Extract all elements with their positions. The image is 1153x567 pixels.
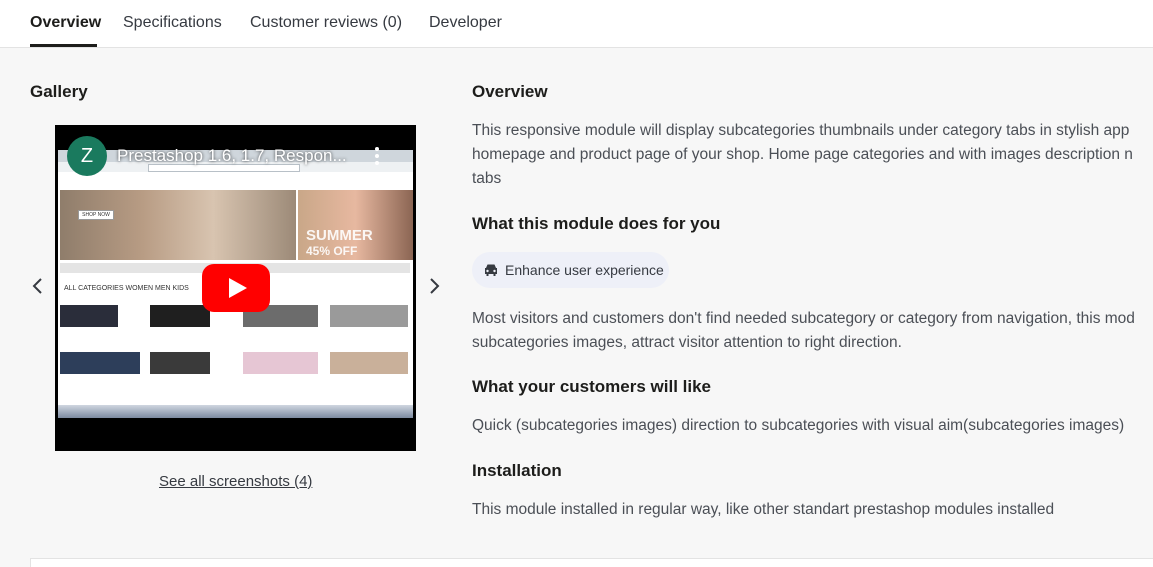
video-player[interactable]: SHOP NOW SUMMER 45% OFF ALL CATEGORIES WO… bbox=[55, 125, 416, 451]
category-thumb bbox=[60, 305, 118, 327]
overview-text-line-1: This responsive module will display subc… bbox=[472, 122, 1130, 139]
benefit-chip-label: Enhance user experience bbox=[505, 262, 664, 278]
category-thumb bbox=[243, 352, 318, 374]
gallery-prev-button[interactable] bbox=[31, 277, 45, 295]
more-options-icon[interactable] bbox=[373, 145, 381, 167]
see-all-screenshots-link[interactable]: See all screenshots (4) bbox=[159, 473, 312, 490]
overview-text-line-3: tabs bbox=[472, 170, 502, 187]
customers-like-text: Quick (subcategories images) direction t… bbox=[472, 417, 1125, 434]
module-benefits-text-line-1: Most visitors and customers don't find n… bbox=[472, 310, 1135, 327]
tab-developer[interactable]: Developer bbox=[429, 14, 502, 32]
category-thumb bbox=[150, 305, 210, 327]
gallery-title: Gallery bbox=[30, 82, 88, 101]
category-thumb bbox=[60, 352, 140, 374]
category-thumb bbox=[330, 352, 408, 374]
chevron-right-icon bbox=[430, 278, 440, 294]
car-icon bbox=[485, 264, 497, 276]
youtube-play-icon[interactable] bbox=[202, 264, 270, 312]
module-benefits-text-line-2: subcategories images, attract visitor at… bbox=[472, 334, 902, 351]
tab-customer-reviews[interactable]: Customer reviews (0) bbox=[250, 14, 402, 32]
gallery-next-button[interactable] bbox=[427, 277, 441, 295]
installation-heading: Installation bbox=[472, 461, 562, 480]
video-title[interactable]: Prestashop 1.6, 1.7, Respon... bbox=[117, 146, 347, 166]
shop-now-label: SHOP NOW bbox=[78, 210, 114, 220]
tab-specifications[interactable]: Specifications bbox=[123, 14, 222, 32]
tab-bar: Overview Specifications Customer reviews… bbox=[0, 0, 1153, 48]
banner-text: SUMMER 45% OFF bbox=[306, 227, 373, 258]
category-thumb bbox=[150, 352, 210, 374]
category-thumb bbox=[330, 305, 408, 327]
installation-text: This module installed in regular way, li… bbox=[472, 501, 1055, 518]
active-tab-indicator bbox=[30, 44, 97, 47]
banner-image-left bbox=[60, 190, 296, 260]
overview-heading: Overview bbox=[472, 82, 548, 101]
chevron-left-icon bbox=[32, 278, 42, 294]
tab-overview[interactable]: Overview bbox=[30, 14, 101, 32]
benefit-chip: Enhance user experience bbox=[472, 252, 669, 288]
module-benefits-heading: What this module does for you bbox=[472, 214, 721, 233]
channel-avatar[interactable]: Z bbox=[67, 136, 107, 176]
mac-dock bbox=[58, 405, 413, 418]
overview-text-line-2: homepage and product page of your shop. … bbox=[472, 146, 1133, 163]
customers-like-heading: What your customers will like bbox=[472, 377, 712, 396]
